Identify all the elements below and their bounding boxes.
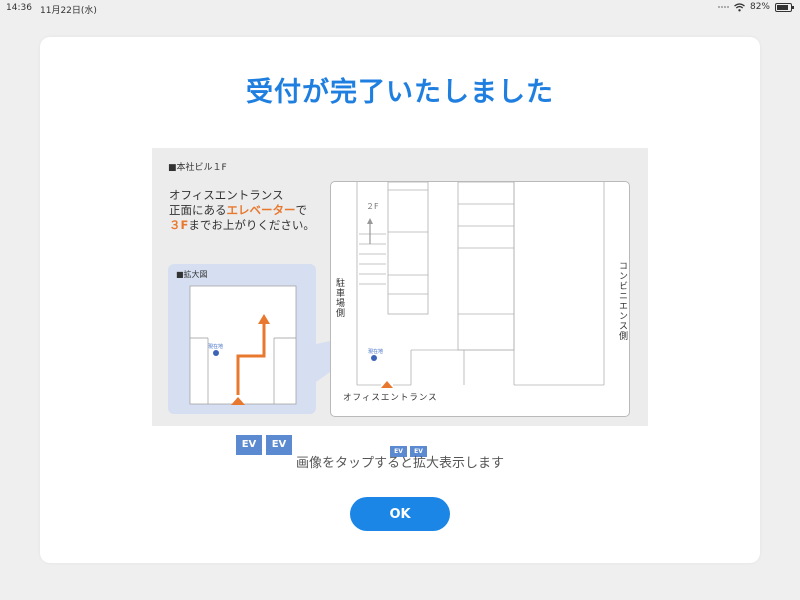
- battery-icon: [775, 2, 794, 12]
- status-bar: 14:36 11月22日(水) 82%: [0, 0, 800, 18]
- wifi-icon: [734, 2, 745, 11]
- enlarged-view: ■拡大図: [168, 264, 316, 414]
- status-right: 82%: [717, 2, 794, 12]
- office-entrance-label: オフィスエントランス: [343, 393, 438, 403]
- floor-map-image[interactable]: ■本社ビル１F オフィスエントランス 正面にあるエレベーターで ３Fまでお上がり…: [152, 148, 648, 457]
- status-time: 14:36: [6, 3, 32, 13]
- signal-dots-icon: [717, 6, 729, 8]
- battery-percent: 82%: [749, 2, 770, 12]
- dialog-title: 受付が完了いたしました: [246, 77, 554, 108]
- parking-side-label: 駐車場側: [334, 278, 344, 318]
- current-location-label: 現在地: [368, 349, 384, 355]
- ok-button[interactable]: OK: [350, 497, 450, 531]
- status-date: 11月22日(水): [40, 6, 97, 16]
- current-location-label: 現在地: [208, 344, 224, 350]
- current-location-dot-icon: [371, 355, 377, 361]
- enlarged-floor-drawing: [189, 285, 297, 405]
- convenience-side-label: コンビニエンス側: [617, 261, 627, 341]
- floor-2f-label: ２F: [366, 202, 379, 211]
- tap-to-enlarge-hint: 画像をタップすると拡大表示します: [295, 456, 504, 471]
- floor-plan-drawing: [356, 182, 605, 388]
- floor-plan: [330, 181, 630, 417]
- current-location-dot-icon: [213, 350, 219, 356]
